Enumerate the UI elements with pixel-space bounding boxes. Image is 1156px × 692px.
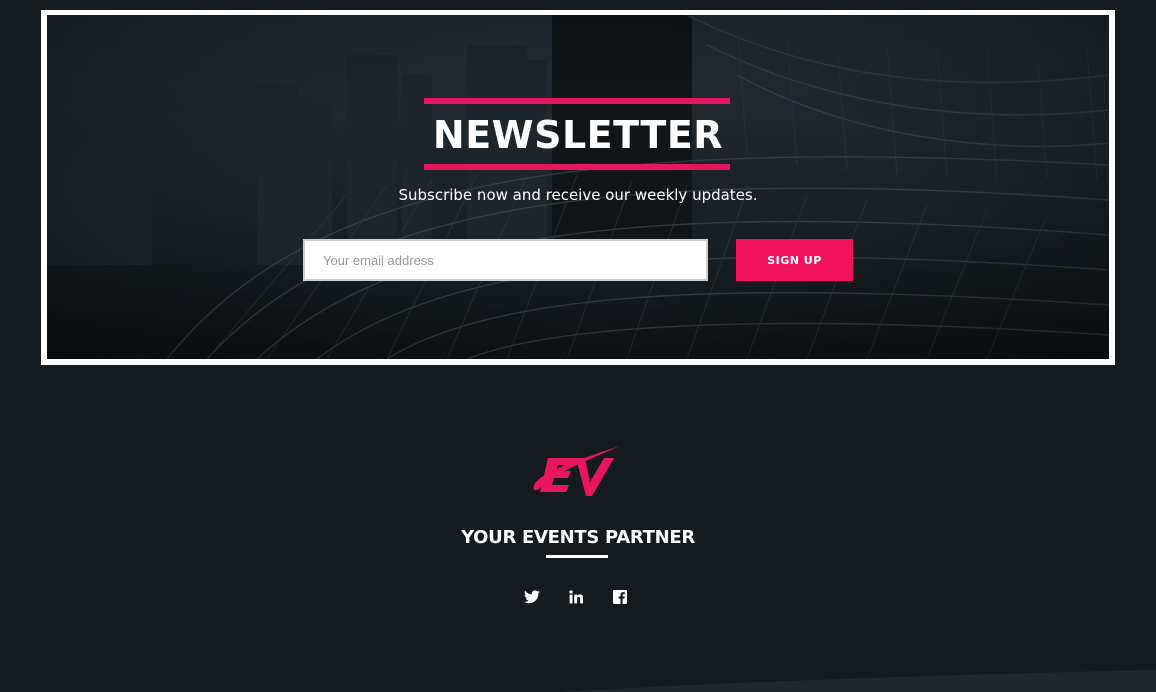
tagline: YOUR EVENTS PARTNER xyxy=(461,527,695,548)
social-links xyxy=(0,588,1156,606)
page: NEWSLETTER Subscribe now and receive our… xyxy=(0,0,1156,692)
email-input[interactable] xyxy=(303,239,708,281)
twitter-icon[interactable] xyxy=(523,588,541,606)
facebook-icon[interactable] xyxy=(611,588,629,606)
linkedin-icon[interactable] xyxy=(567,588,585,606)
newsletter-panel: NEWSLETTER Subscribe now and receive our… xyxy=(47,15,1109,359)
ev-logo[interactable] xyxy=(528,444,628,502)
newsletter-banner: NEWSLETTER Subscribe now and receive our… xyxy=(41,10,1115,365)
newsletter-title: NEWSLETTER xyxy=(432,113,724,157)
bottom-decoration xyxy=(0,666,1156,692)
newsletter-subtitle: Subscribe now and receive our weekly upd… xyxy=(398,186,758,204)
title-top-bar xyxy=(424,98,730,104)
tagline-underline xyxy=(546,555,608,558)
title-bottom-bar xyxy=(424,164,730,170)
signup-button[interactable]: SIGN UP xyxy=(736,239,853,281)
